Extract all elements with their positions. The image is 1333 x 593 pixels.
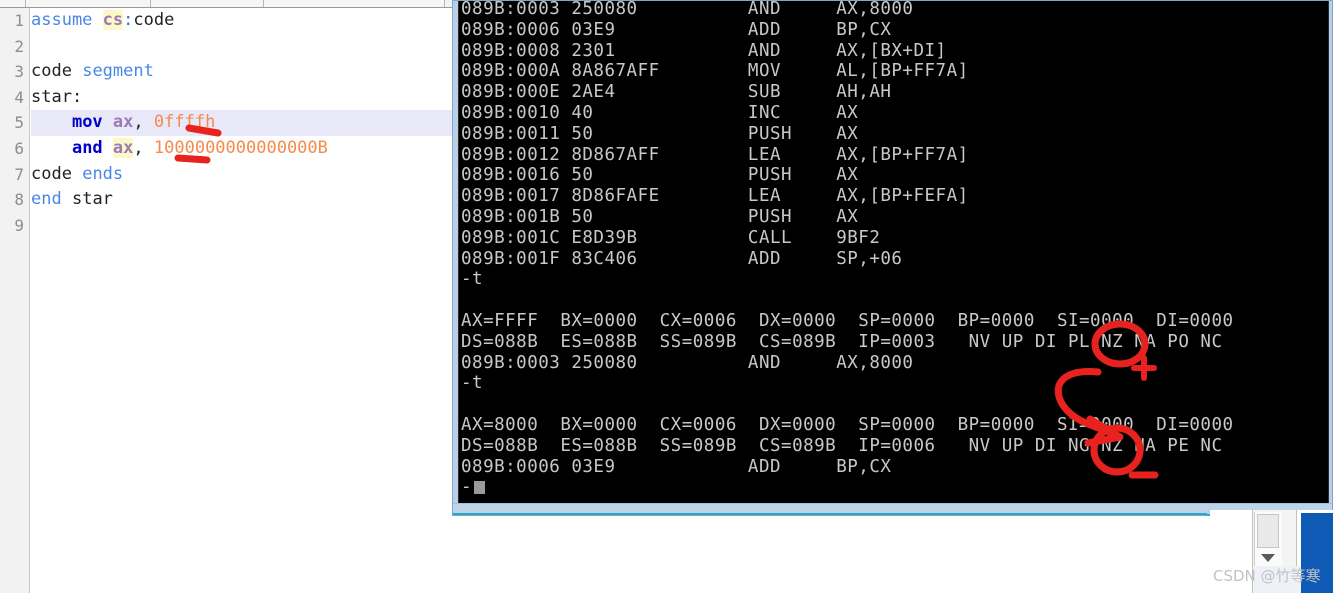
code-line[interactable] bbox=[31, 34, 455, 60]
line-number: 2 bbox=[14, 36, 24, 56]
code-token: mov bbox=[71, 112, 103, 133]
editor-code-area[interactable]: assume cs:code code segment star: mov ax, … bbox=[31, 8, 455, 593]
dos-output-line: 089B:0016 50 PUSH AX bbox=[461, 165, 859, 186]
dos-output-line: -t bbox=[461, 269, 484, 290]
dos-output-line: -t bbox=[461, 373, 484, 394]
dos-console-frame: 089B:0003 250080 AND AX,8000 089B:0006 03… bbox=[458, 0, 1329, 506]
dos-debug-window[interactable]: 089B:0003 250080 AND AX,8000 089B:0006 03… bbox=[452, 0, 1333, 516]
dos-prompt-symbol: - bbox=[461, 477, 473, 498]
code-token: end bbox=[31, 189, 62, 210]
code-token: segment bbox=[82, 61, 154, 82]
dos-output-line: 089B:001C E8D39B CALL 9BF2 bbox=[461, 227, 881, 248]
csdn-watermark: CSDN @竹等寒 bbox=[1213, 567, 1321, 585]
dos-output-line: 089B:0017 8D86FAFE LEA AX,[BP+FEFA] bbox=[461, 186, 969, 207]
code-line[interactable]: code segment bbox=[31, 59, 455, 85]
code-line[interactable]: code ends bbox=[31, 162, 455, 188]
dos-output-line: DS=088B ES=088B SS=089B CS=089B IP=0006 … bbox=[461, 435, 1223, 456]
toolbar-cell[interactable] bbox=[151, 0, 264, 7]
code-line[interactable]: star: bbox=[31, 85, 455, 111]
line-number: 9 bbox=[14, 215, 24, 235]
dos-output-line: 089B:0006 03E9 ADD BP,CX bbox=[461, 19, 892, 40]
toolbar-cell[interactable] bbox=[0, 0, 26, 7]
code-token: cs bbox=[102, 10, 124, 30]
code-token: ax bbox=[112, 138, 134, 158]
code-token: 0ffffh bbox=[153, 112, 216, 133]
line-number: 7 bbox=[14, 164, 24, 184]
code-token: : bbox=[123, 10, 134, 30]
dos-output-line: AX=FFFF BX=0000 CX=0006 DX=0000 SP=0000 … bbox=[461, 310, 1234, 331]
editor-toolbar bbox=[0, 0, 455, 8]
code-line[interactable]: and ax, 1000000000000000B bbox=[31, 136, 455, 162]
dos-output-line: 089B:0006 03E9 ADD BP,CX bbox=[461, 456, 892, 477]
code-line[interactable]: end star bbox=[31, 187, 455, 213]
code-token: , bbox=[133, 112, 154, 133]
dos-output-line: 089B:0008 2301 AND AX,[BX+DI] bbox=[461, 40, 947, 61]
code-token: star: bbox=[31, 86, 83, 107]
dos-output-line bbox=[461, 394, 1327, 415]
code-editor-window: 123456789 assume cs:code code segment star… bbox=[0, 0, 455, 593]
code-token: ax bbox=[112, 112, 134, 133]
dos-prompt-line[interactable]: - bbox=[461, 477, 1327, 498]
code-token: code bbox=[31, 61, 72, 82]
toolbar-cell[interactable] bbox=[26, 0, 151, 7]
line-number-gutter: 1 2 3 4 5 6 7 8 9 bbox=[0, 8, 30, 593]
dos-output-line: 089B:0010 40 INC AX bbox=[461, 102, 859, 123]
code-token: star bbox=[71, 189, 113, 210]
dos-output-line: 089B:0011 50 PUSH AX bbox=[461, 123, 859, 144]
dos-output-line: 089B:001B 50 PUSH AX bbox=[461, 206, 859, 227]
code-token: and bbox=[71, 138, 103, 158]
line-number: 6 bbox=[14, 139, 24, 158]
scrollbar-thumb[interactable] bbox=[1257, 514, 1279, 548]
line-number: 1 bbox=[14, 11, 24, 30]
code-line[interactable]: mov ax, 0ffffh bbox=[31, 110, 455, 136]
dos-output-line: AX=8000 BX=0000 CX=0006 DX=0000 SP=0000 … bbox=[461, 414, 1234, 435]
toolbar-cell[interactable] bbox=[264, 0, 445, 7]
code-token: code bbox=[31, 163, 72, 184]
dos-output-line: 089B:001F 83C406 ADD SP,+06 bbox=[461, 248, 903, 269]
code-token: assume bbox=[31, 10, 93, 30]
line-number: 8 bbox=[14, 190, 24, 210]
dos-output-line bbox=[461, 290, 1327, 311]
line-number: 4 bbox=[14, 87, 24, 107]
line-number: 3 bbox=[14, 62, 24, 82]
dos-output-line: 089B:0012 8D867AFF LEA AX,[BP+FF7A] bbox=[461, 144, 969, 165]
scroll-down-arrow-icon[interactable] bbox=[1261, 554, 1275, 562]
code-token: ends bbox=[82, 163, 124, 184]
code-token: code bbox=[133, 10, 175, 30]
dos-output-line: DS=088B ES=088B SS=089B CS=089B IP=0003 … bbox=[461, 331, 1223, 352]
dos-output-line: 089B:0003 250080 AND AX,8000 bbox=[461, 352, 914, 373]
code-token: , bbox=[133, 138, 154, 158]
dos-console-output[interactable]: 089B:0003 250080 AND AX,8000 089B:0006 03… bbox=[461, 0, 1327, 503]
code-line[interactable]: assume cs:code bbox=[31, 8, 455, 34]
dos-output-line: 089B:000E 2AE4 SUB AH,AH bbox=[461, 82, 892, 103]
dos-output-line: 089B:0003 250080 AND AX,8000 bbox=[461, 0, 914, 19]
code-line[interactable] bbox=[31, 213, 455, 239]
dos-text-cursor bbox=[474, 481, 486, 495]
code-token: 1000000000000000B bbox=[153, 138, 328, 158]
dos-output-line: 089B:000A 8A867AFF MOV AL,[BP+FF7A] bbox=[461, 61, 969, 82]
line-number: 5 bbox=[14, 113, 24, 133]
dos-window-accent-line bbox=[453, 513, 1332, 515]
